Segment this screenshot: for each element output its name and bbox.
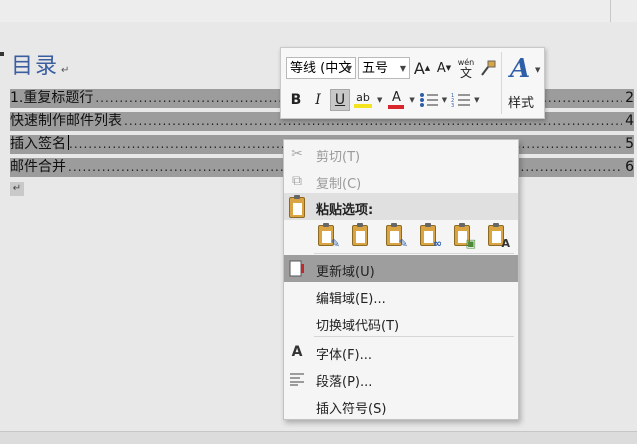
paste-use-destination-style-icon[interactable]: ✎: [382, 222, 408, 250]
menu-separator: [314, 336, 514, 337]
italic-button[interactable]: I: [308, 89, 328, 111]
menu-item-paragraph[interactable]: 段落(P)...: [284, 365, 518, 392]
shrink-font-button[interactable]: A ▼: [434, 57, 454, 79]
end-paragraph-mark: ↵: [10, 182, 24, 196]
toc-entry-text: 快速制作邮件列表: [10, 113, 122, 129]
paste-options-row: ✎ ✎ ∞ ▣ A: [314, 222, 518, 252]
paste-picture-icon[interactable]: ▣: [450, 222, 476, 250]
mini-toolbar: 等线 (中文 ▼ 五号 ▼ A ▲ A ▼ wén 文 B I U ab ▼ A ▼: [280, 47, 545, 119]
chevron-down-icon[interactable]: ▼: [442, 96, 447, 104]
toc-page-number: 2: [625, 90, 634, 106]
paste-keep-source-format-icon[interactable]: ✎: [314, 222, 340, 250]
format-painter-icon: [481, 60, 496, 76]
menu-item-copy[interactable]: ⧉ 复制(C): [284, 167, 518, 194]
font-name-value: 等线 (中文: [290, 61, 352, 76]
chevron-down-icon: ▼: [535, 66, 541, 74]
font-color-swatch: [388, 105, 405, 109]
paste-link-icon[interactable]: ∞: [416, 222, 442, 250]
paragraph-icon: [288, 370, 306, 388]
font-size-combo[interactable]: 五号 ▼: [358, 57, 410, 79]
toc-page-number: 4: [625, 113, 634, 129]
chevron-down-icon: ▼: [399, 64, 406, 73]
chevron-down-icon: ▼: [345, 64, 352, 73]
paste-merge-format-icon[interactable]: [348, 222, 374, 250]
update-field-icon: [288, 260, 306, 278]
menu-item-edit-field[interactable]: 编辑域(E)...: [284, 282, 518, 309]
font-color-button[interactable]: A: [386, 89, 406, 111]
page-top-margin: [0, 0, 637, 23]
paragraph-mark: ↵: [61, 65, 72, 76]
numbering-button[interactable]: 123: [451, 89, 471, 111]
toc-title[interactable]: 目录 ↵: [11, 48, 71, 80]
menu-item-cut[interactable]: ✂ 剪切(T): [284, 140, 518, 167]
styles-icon: A: [510, 54, 531, 84]
status-bar: [0, 431, 637, 444]
page-edge: [610, 0, 611, 22]
menu-item-insert-symbol[interactable]: 插入符号(S): [284, 392, 518, 419]
chevron-down-icon[interactable]: ▼: [409, 96, 414, 104]
font-size-value: 五号: [362, 61, 389, 76]
font-icon: A: [291, 344, 303, 360]
copy-icon: ⧉: [292, 173, 302, 189]
phonetic-guide-button[interactable]: wén 文: [456, 57, 476, 79]
highlight-button[interactable]: ab: [352, 89, 374, 111]
toc-entry-text: 插入签名: [10, 136, 66, 152]
grow-font-button[interactable]: A ▲: [412, 57, 432, 79]
styles-label: 样式: [508, 96, 535, 111]
toc-page-number: 5: [625, 136, 634, 152]
format-painter-button[interactable]: [478, 57, 498, 79]
menu-item-font[interactable]: A 字体(F)...: [284, 338, 518, 365]
bold-button[interactable]: B: [286, 89, 306, 111]
scissors-icon: ✂: [291, 146, 303, 162]
toc-page-number: 6: [625, 159, 634, 175]
highlight-color-swatch: [354, 104, 372, 108]
menu-separator: [314, 253, 514, 254]
paste-icon: [288, 195, 306, 218]
menu-header-paste-options: 粘贴选项:: [284, 193, 518, 220]
paste-text-only-icon[interactable]: A: [484, 222, 510, 250]
svg-text:3: 3: [451, 103, 454, 108]
chevron-down-icon[interactable]: ▼: [377, 96, 382, 104]
phonetic-char: 文: [459, 66, 472, 80]
toc-entry-text: 邮件合并: [10, 159, 66, 175]
bullets-icon: [419, 93, 438, 107]
paragraph-bullet: [0, 52, 4, 56]
menu-item-update-field[interactable]: 更新域(U): [284, 255, 518, 282]
font-name-combo[interactable]: 等线 (中文 ▼: [286, 57, 356, 79]
menu-item-toggle-field-codes[interactable]: 切换域代码(T): [284, 309, 518, 336]
bullets-button[interactable]: [419, 89, 439, 111]
numbering-icon: 123: [451, 93, 471, 108]
toc-entry-text: 1.重复标题行: [10, 90, 94, 106]
context-menu: ✂ 剪切(T) ⧉ 复制(C) 粘贴选项: ✎ ✎ ∞ ▣ A 更新域(U) 编…: [283, 139, 519, 420]
styles-button[interactable]: A ▼ 样式: [501, 52, 542, 114]
underline-button[interactable]: U: [330, 89, 350, 111]
chevron-down-icon[interactable]: ▼: [474, 96, 479, 104]
